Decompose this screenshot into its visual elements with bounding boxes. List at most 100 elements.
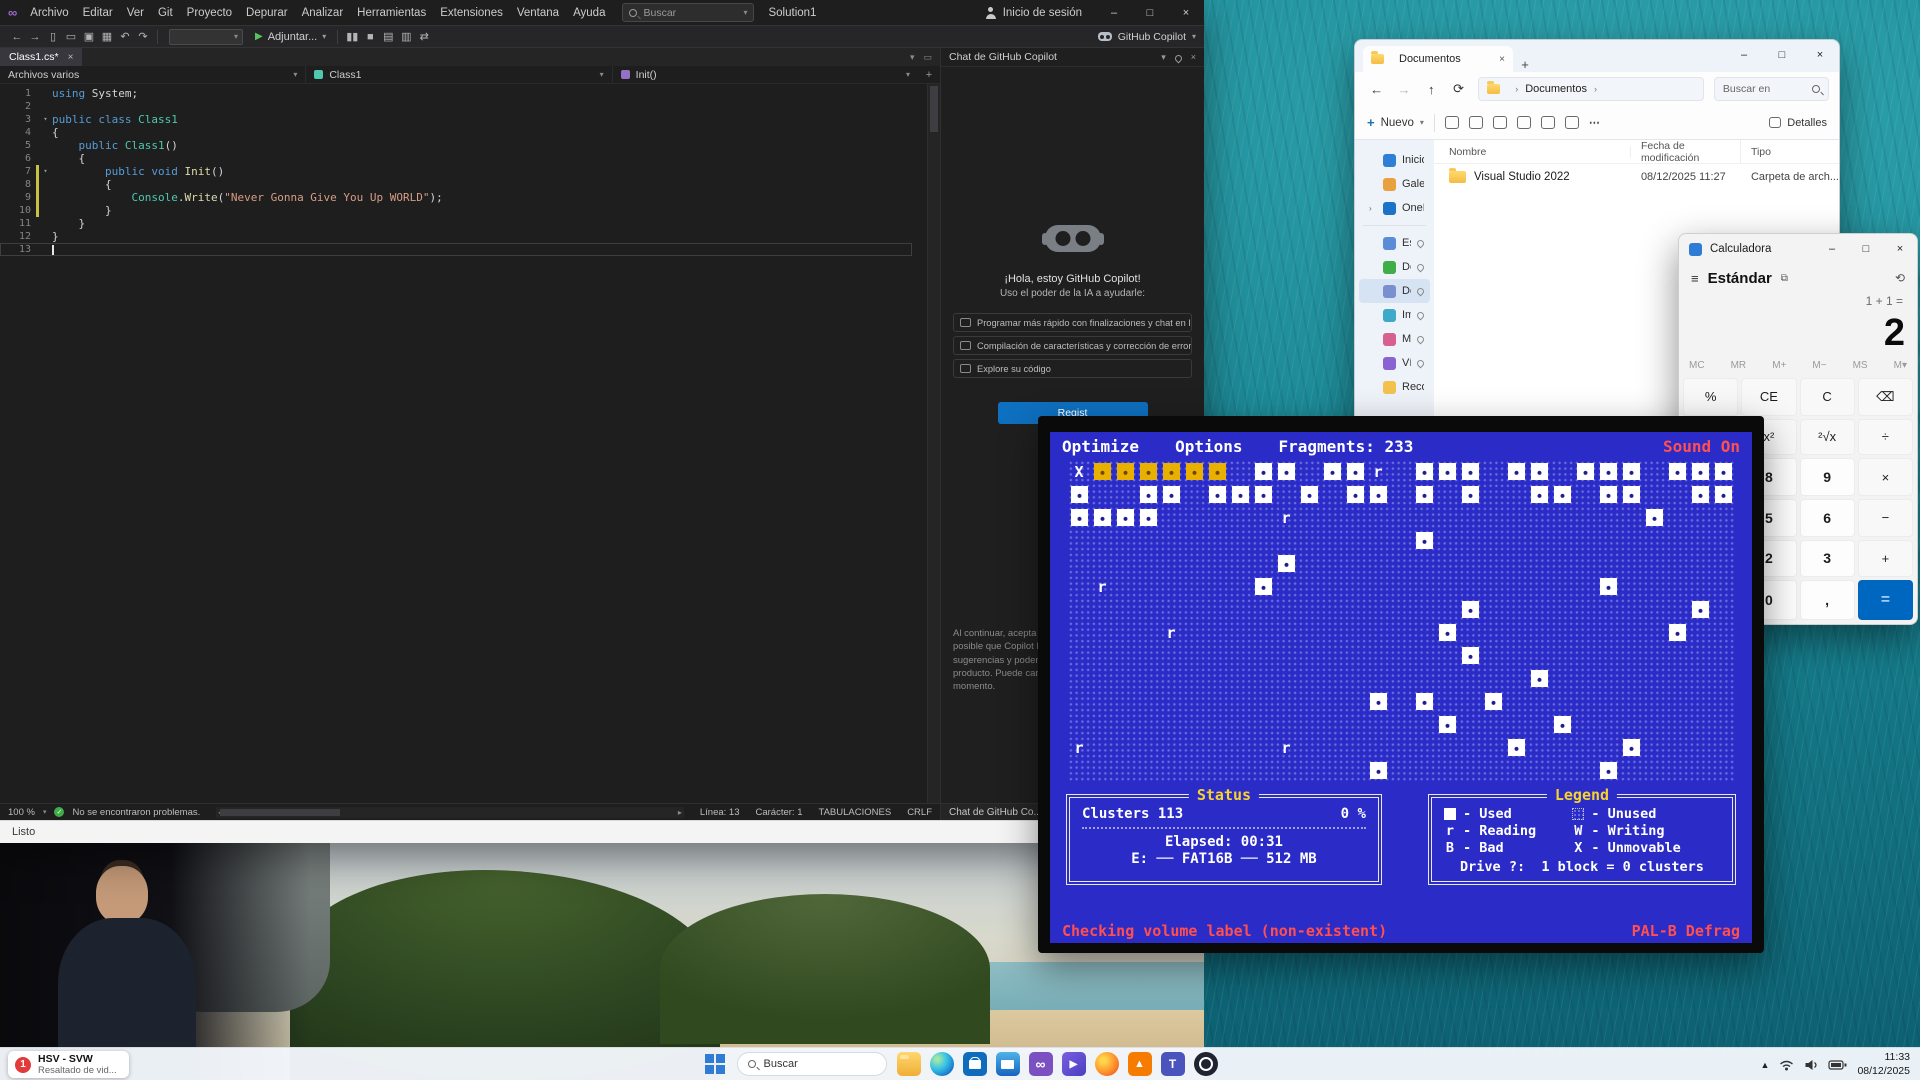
problems-status[interactable]: No se encontraron problemas. [72,807,200,818]
hidden-icons-chevron[interactable]: ▲ [1761,1060,1770,1070]
tab-class1-cs[interactable]: Class1.cs* × [0,48,82,66]
vs-menu-ventana[interactable]: Ventana [510,0,566,25]
vs-menu-depurar[interactable]: Depurar [239,0,295,25]
calc-key-÷[interactable]: ÷ [1858,419,1913,456]
new-tab-button[interactable]: + [1513,57,1537,72]
explorer-search-input[interactable]: Buscar en [1714,77,1829,101]
editor-horizontal-scrollbar[interactable]: ◂ ▸ [216,807,684,818]
float-window-icon[interactable]: ▭ [923,52,932,63]
column-header-fecha-de-modificacion[interactable]: Fecha de modificación [1641,140,1741,164]
code-line-11[interactable]: 11 } [0,217,912,230]
delete-icon[interactable] [1565,116,1579,129]
defrag-menu-options[interactable]: Options [1175,437,1242,456]
compare-icon[interactable]: ⇄ [415,30,433,43]
code-line-12[interactable]: 12} [0,230,912,243]
copy-icon[interactable] [1469,116,1483,129]
history-icon[interactable]: ⟲ [1895,271,1905,285]
configuration-dropdown[interactable]: ▾ [169,29,243,45]
keep-on-top-icon[interactable]: ⧉ [1781,273,1788,284]
navigate-forward-icon[interactable]: → [26,31,44,43]
copilot-panel-header[interactable]: Chat de GitHub Copilot ▾ × [941,48,1204,67]
column-header-nombre[interactable]: Nombre [1449,146,1631,158]
new-file-icon[interactable]: ▯ [44,30,62,43]
project-dropdown[interactable]: Archivos varios ▾ [0,66,306,83]
vs-menu-ver[interactable]: Ver [120,0,151,25]
calc-memory-mc[interactable]: MC [1689,360,1705,371]
battery-icon[interactable] [1828,1059,1847,1071]
taskbar-search[interactable]: Buscar [737,1052,887,1076]
code-line-8[interactable]: 8 { [0,178,912,191]
code-line-7[interactable]: 7▾ public void Init() [0,165,912,178]
wifi-icon[interactable] [1779,1059,1794,1071]
volume-icon[interactable] [1804,1059,1818,1071]
rename-icon[interactable] [1517,116,1531,129]
vs-menu-herramientas[interactable]: Herramientas [350,0,433,25]
chevron-down-icon[interactable]: ▾ [1161,52,1166,63]
vs-menu-git[interactable]: Git [151,0,180,25]
sidebar-item-documentos[interactable]: Documentos [1359,279,1430,303]
vs-menu-extensiones[interactable]: Extensiones [433,0,510,25]
sidebar-item-musica[interactable]: Música [1359,327,1430,351]
close-tab-icon[interactable]: × [1499,54,1505,65]
calc-key-3[interactable]: 3 [1800,540,1855,578]
pin-icon[interactable] [1173,53,1183,63]
defrag-menu-fragments-233[interactable]: Fragments: 233 [1279,437,1414,456]
github-copilot-button[interactable]: GitHub Copilot [1118,31,1186,43]
undo-icon[interactable]: ↶ [116,30,134,43]
taskbar-store-icon[interactable] [963,1052,987,1076]
calc-key-CE[interactable]: CE [1741,378,1796,416]
vs-menu-analizar[interactable]: Analizar [295,0,351,25]
taskbar-mail-icon[interactable] [996,1052,1020,1076]
vs-menu-editar[interactable]: Editar [76,0,120,25]
file-row[interactable]: Visual Studio 202208/12/2025 11:27Carpet… [1434,164,1839,190]
taskbar-visual-studio-icon[interactable] [1029,1052,1053,1076]
zoom-level[interactable]: 100 % [8,807,35,818]
type-dropdown[interactable]: Class1 ▾ [306,66,612,83]
navigate-back-icon[interactable]: ← [8,31,26,43]
taskbar-file-explorer-icon[interactable] [897,1052,921,1076]
explorer-minimize-button[interactable]: – [1725,40,1763,70]
explorer-close-button[interactable]: × [1801,40,1839,70]
address-bar[interactable]: › Documentos › [1478,77,1704,101]
vs-close-button[interactable]: × [1168,0,1204,25]
attach-run-button[interactable]: ▶ Adjuntar... ▾ [255,31,326,43]
calc-key-C[interactable]: C [1800,378,1855,416]
vs-menu-proyecto[interactable]: Proyecto [180,0,239,25]
sidebar-item-recorded-video[interactable]: Recorded Video [1359,375,1430,399]
details-pane-button[interactable]: Detalles [1769,117,1827,129]
taskbar-teams-icon[interactable] [1161,1052,1185,1076]
code-line-3[interactable]: 3▾public class Class1 [0,113,912,126]
vs-maximize-button[interactable]: □ [1132,0,1168,25]
more-options-button[interactable]: ⋯ [1589,116,1601,129]
calc-memory-m-[interactable]: M+ [1772,360,1786,371]
calc-key-9[interactable]: 9 [1800,458,1855,496]
new-view-button[interactable]: + [918,66,940,83]
editor-vertical-scrollbar[interactable] [927,84,940,803]
close-tab-icon[interactable]: × [68,52,74,63]
defrag-menu-optimize[interactable]: Optimize [1062,437,1139,456]
redo-icon[interactable]: ↷ [134,30,152,43]
calc-key-=[interactable]: = [1858,580,1913,620]
save-icon[interactable]: ▣ [80,30,98,43]
code-line-2[interactable]: 2 [0,100,912,113]
forward-button[interactable]: → [1392,82,1415,97]
calc-close-button[interactable]: × [1883,234,1917,264]
member-dropdown[interactable]: Init() ▾ [613,66,918,83]
new-item-button[interactable]: + Nuevo ▾ [1367,115,1424,130]
line-endings[interactable]: CRLF [907,807,932,818]
save-all-icon[interactable]: ▦ [98,30,116,43]
taskbar-obs-icon[interactable] [1194,1052,1218,1076]
calc-key-×[interactable]: × [1858,458,1913,496]
refresh-button[interactable]: ⟳ [1447,81,1470,97]
scroll-right-icon[interactable]: ▸ [678,807,682,818]
code-line-9[interactable]: 9 Console.Write("Never Gonna Give You Up… [0,191,912,204]
hamburger-menu-icon[interactable]: ≡ [1691,271,1699,286]
taskbar-firefox-icon[interactable] [1095,1052,1119,1076]
columns-icon[interactable]: ▤ [379,30,397,43]
calc-memory-mr[interactable]: MR [1731,360,1747,371]
vs-title-bar[interactable]: ∞ ArchivoEditarVerGitProyectoDepurarAnal… [0,0,1204,25]
cut-icon[interactable] [1445,116,1459,129]
sidebar-item-imagenes[interactable]: Imágenes [1359,303,1430,327]
explorer-tab-documentos[interactable]: Documentos × [1363,46,1513,72]
calc-key-%[interactable]: % [1683,378,1738,416]
